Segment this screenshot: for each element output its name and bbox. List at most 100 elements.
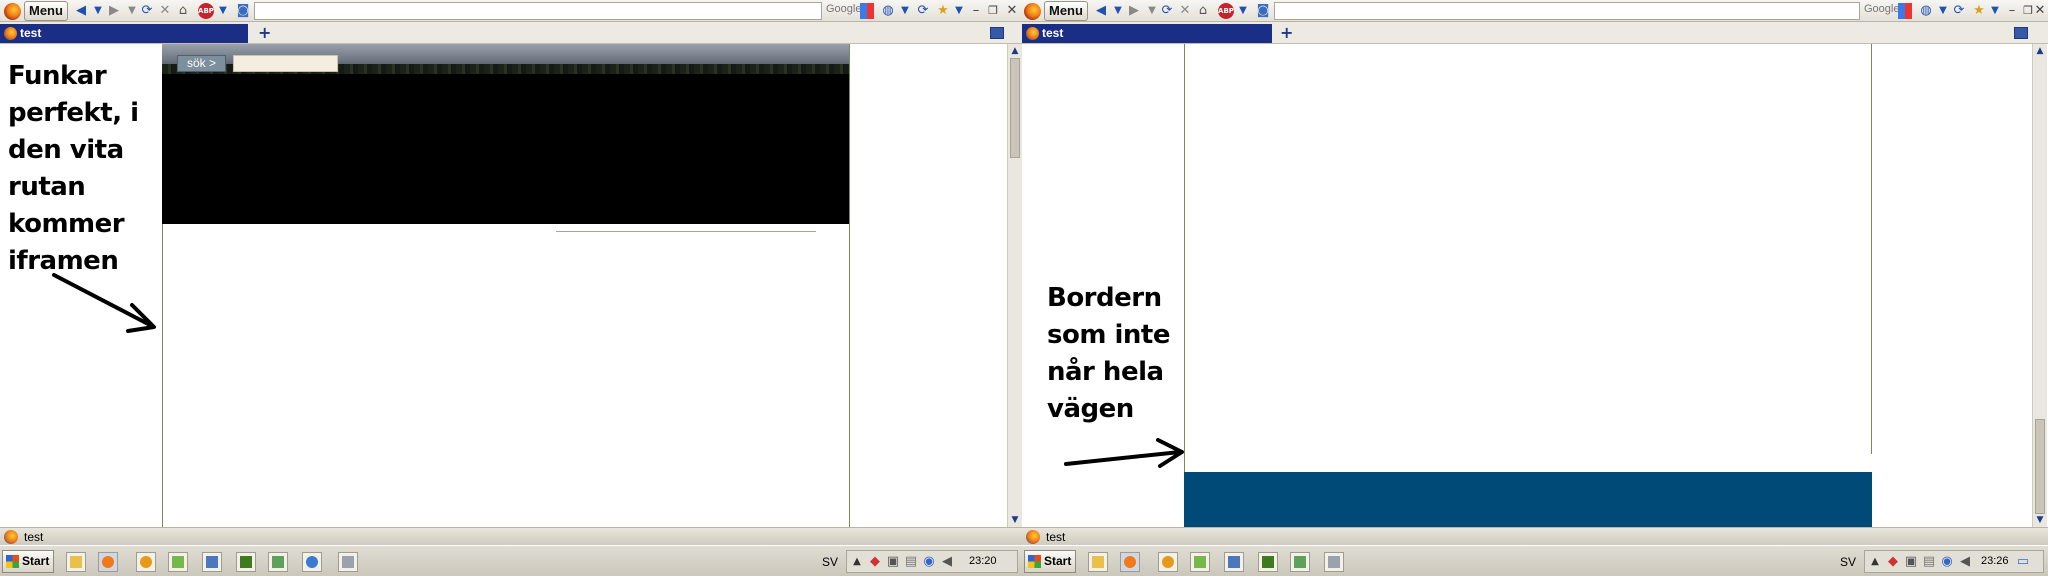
google-icon[interactable] [1898, 3, 1912, 19]
close-icon[interactable]: ✕ [1004, 2, 1020, 19]
search-button[interactable]: sök > [177, 55, 227, 72]
tray-shield-icon[interactable]: ◆ [867, 553, 883, 570]
start-button[interactable]: Start [1024, 550, 1076, 573]
tab-test[interactable]: test [0, 24, 248, 43]
search-dropdown-icon[interactable]: ▼ [897, 2, 913, 19]
dreamweaver-icon[interactable] [236, 552, 256, 572]
vertical-scrollbar[interactable]: ▲ ▼ [2032, 44, 2047, 527]
bookmark-dropdown-icon[interactable]: ▼ [951, 2, 967, 19]
bookmark-star-icon[interactable]: ★ [935, 2, 951, 19]
refresh-small-icon[interactable]: ⟳ [1951, 2, 1967, 19]
forward-icon[interactable]: ▶ [1126, 2, 1142, 19]
scroll-down-icon[interactable]: ▼ [1010, 515, 1020, 525]
google-icon[interactable] [860, 3, 874, 19]
scroll-thumb[interactable] [2035, 419, 2045, 514]
minimize-icon[interactable]: – [968, 2, 984, 19]
reload-icon[interactable]: ⟳ [139, 2, 155, 19]
system-tray: ▲ ◆ ▣ ▤ ◉ ◀ 23:20 [846, 550, 1018, 573]
url-bar[interactable] [1274, 2, 1860, 20]
language-indicator[interactable]: SV [1840, 555, 1856, 569]
search-dropdown-icon[interactable]: ▼ [1935, 2, 1951, 19]
media-icon[interactable] [136, 552, 156, 572]
refresh-small-icon[interactable]: ⟳ [915, 2, 931, 19]
start-label: Start [22, 554, 50, 568]
tray-shield-icon[interactable]: ◆ [1885, 553, 1901, 570]
scroll-thumb[interactable] [1010, 58, 1020, 158]
search-globe-icon[interactable]: ◍ [1918, 2, 1934, 19]
start-label: Start [1044, 554, 1072, 568]
new-tab-button[interactable]: + [258, 25, 271, 41]
search-globe-icon[interactable]: ◍ [880, 2, 896, 19]
firefox-icon[interactable] [1024, 3, 1041, 20]
back-dropdown-icon[interactable]: ▼ [90, 2, 106, 19]
language-indicator[interactable]: SV [822, 555, 838, 569]
firefox-task-icon[interactable] [1120, 552, 1140, 572]
content-right-border-short [1871, 44, 1872, 454]
network-icon[interactable] [202, 552, 222, 572]
tray-expand-icon[interactable]: ▲ [849, 553, 865, 570]
forward-dropdown-icon[interactable]: ▼ [1144, 2, 1160, 19]
tab-test[interactable]: test [1022, 24, 1272, 43]
tray-expand-icon[interactable]: ▲ [1867, 553, 1883, 570]
messenger-icon[interactable] [1190, 552, 1210, 572]
forward-icon[interactable]: ▶ [106, 2, 122, 19]
bookmark-dropdown-icon[interactable]: ▼ [1987, 2, 2003, 19]
abp-dropdown-icon[interactable]: ▼ [215, 2, 231, 19]
ie-icon[interactable] [302, 552, 322, 572]
clock[interactable]: 23:26 [1981, 555, 2009, 567]
users-icon[interactable] [1290, 552, 1310, 572]
url-bar[interactable] [254, 2, 822, 20]
volume-icon[interactable]: ◀ [1957, 553, 1973, 570]
back-icon[interactable]: ◀ [73, 2, 89, 19]
dual-screenshot: Menu ◀ ▼ ▶ ▼ ⟳ ✕ ⌂ ABP ▼ ◙ Google ◍ ▼ ⟳ … [0, 0, 2048, 576]
tray-monitor-icon[interactable]: ▣ [1903, 553, 1919, 570]
abp-icon[interactable]: ABP [198, 3, 214, 19]
menu-button[interactable]: Menu [1044, 1, 1088, 21]
tray-monitor-icon[interactable]: ▣ [885, 553, 901, 570]
tray-safety-icon[interactable]: ◉ [1939, 553, 1955, 570]
stop-icon[interactable]: ✕ [1177, 2, 1193, 19]
forward-dropdown-icon[interactable]: ▼ [124, 2, 140, 19]
users-icon[interactable] [268, 552, 288, 572]
reload-icon[interactable]: ⟳ [1159, 2, 1175, 19]
firefox-task-icon[interactable] [98, 552, 118, 572]
firefox-icon[interactable] [4, 3, 21, 20]
media-icon[interactable] [1158, 552, 1178, 572]
close-icon[interactable]: ✕ [2032, 2, 2048, 19]
home-icon[interactable]: ⌂ [1195, 2, 1211, 19]
stop-icon[interactable]: ✕ [157, 2, 173, 19]
status-firefox-icon [1026, 530, 1040, 544]
app-icon[interactable] [1324, 552, 1344, 572]
tray-app-icon[interactable]: ▤ [903, 553, 919, 570]
tray-safety-icon[interactable]: ◉ [921, 553, 937, 570]
abp-icon[interactable]: ABP [1218, 3, 1234, 19]
search-input[interactable] [233, 55, 338, 72]
folder-icon[interactable] [66, 552, 86, 572]
abp-dropdown-icon[interactable]: ▼ [1235, 2, 1251, 19]
clock[interactable]: 23:20 [969, 555, 997, 567]
back-icon[interactable]: ◀ [1093, 2, 1109, 19]
scroll-up-icon[interactable]: ▲ [2035, 46, 2045, 56]
scroll-up-icon[interactable]: ▲ [1010, 46, 1020, 56]
volume-icon[interactable]: ◀ [939, 553, 955, 570]
restore-icon[interactable]: ❐ [985, 2, 1001, 19]
home-icon[interactable]: ⌂ [175, 2, 191, 19]
back-dropdown-icon[interactable]: ▼ [1110, 2, 1126, 19]
network-icon[interactable] [1224, 552, 1244, 572]
start-button[interactable]: Start [2, 550, 54, 573]
scroll-down-icon[interactable]: ▼ [2035, 515, 2045, 525]
tray-screen-icon[interactable]: ▭ [2015, 553, 2031, 570]
bookmark-star-icon[interactable]: ★ [1971, 2, 1987, 19]
app-icon[interactable] [338, 552, 358, 572]
tray-app-icon[interactable]: ▤ [1921, 553, 1937, 570]
status-text: test [1046, 530, 1066, 544]
vertical-scrollbar[interactable]: ▲ ▼ [1007, 44, 1022, 527]
dreamweaver-icon[interactable] [1258, 552, 1278, 572]
new-tab-button[interactable]: + [1280, 25, 1293, 41]
menu-button[interactable]: Menu [24, 1, 68, 21]
minimize-icon[interactable]: – [2004, 2, 2020, 19]
tab-list-icon[interactable] [990, 27, 1004, 39]
tab-list-icon[interactable] [2014, 27, 2028, 39]
messenger-icon[interactable] [168, 552, 188, 572]
folder-icon[interactable] [1088, 552, 1108, 572]
